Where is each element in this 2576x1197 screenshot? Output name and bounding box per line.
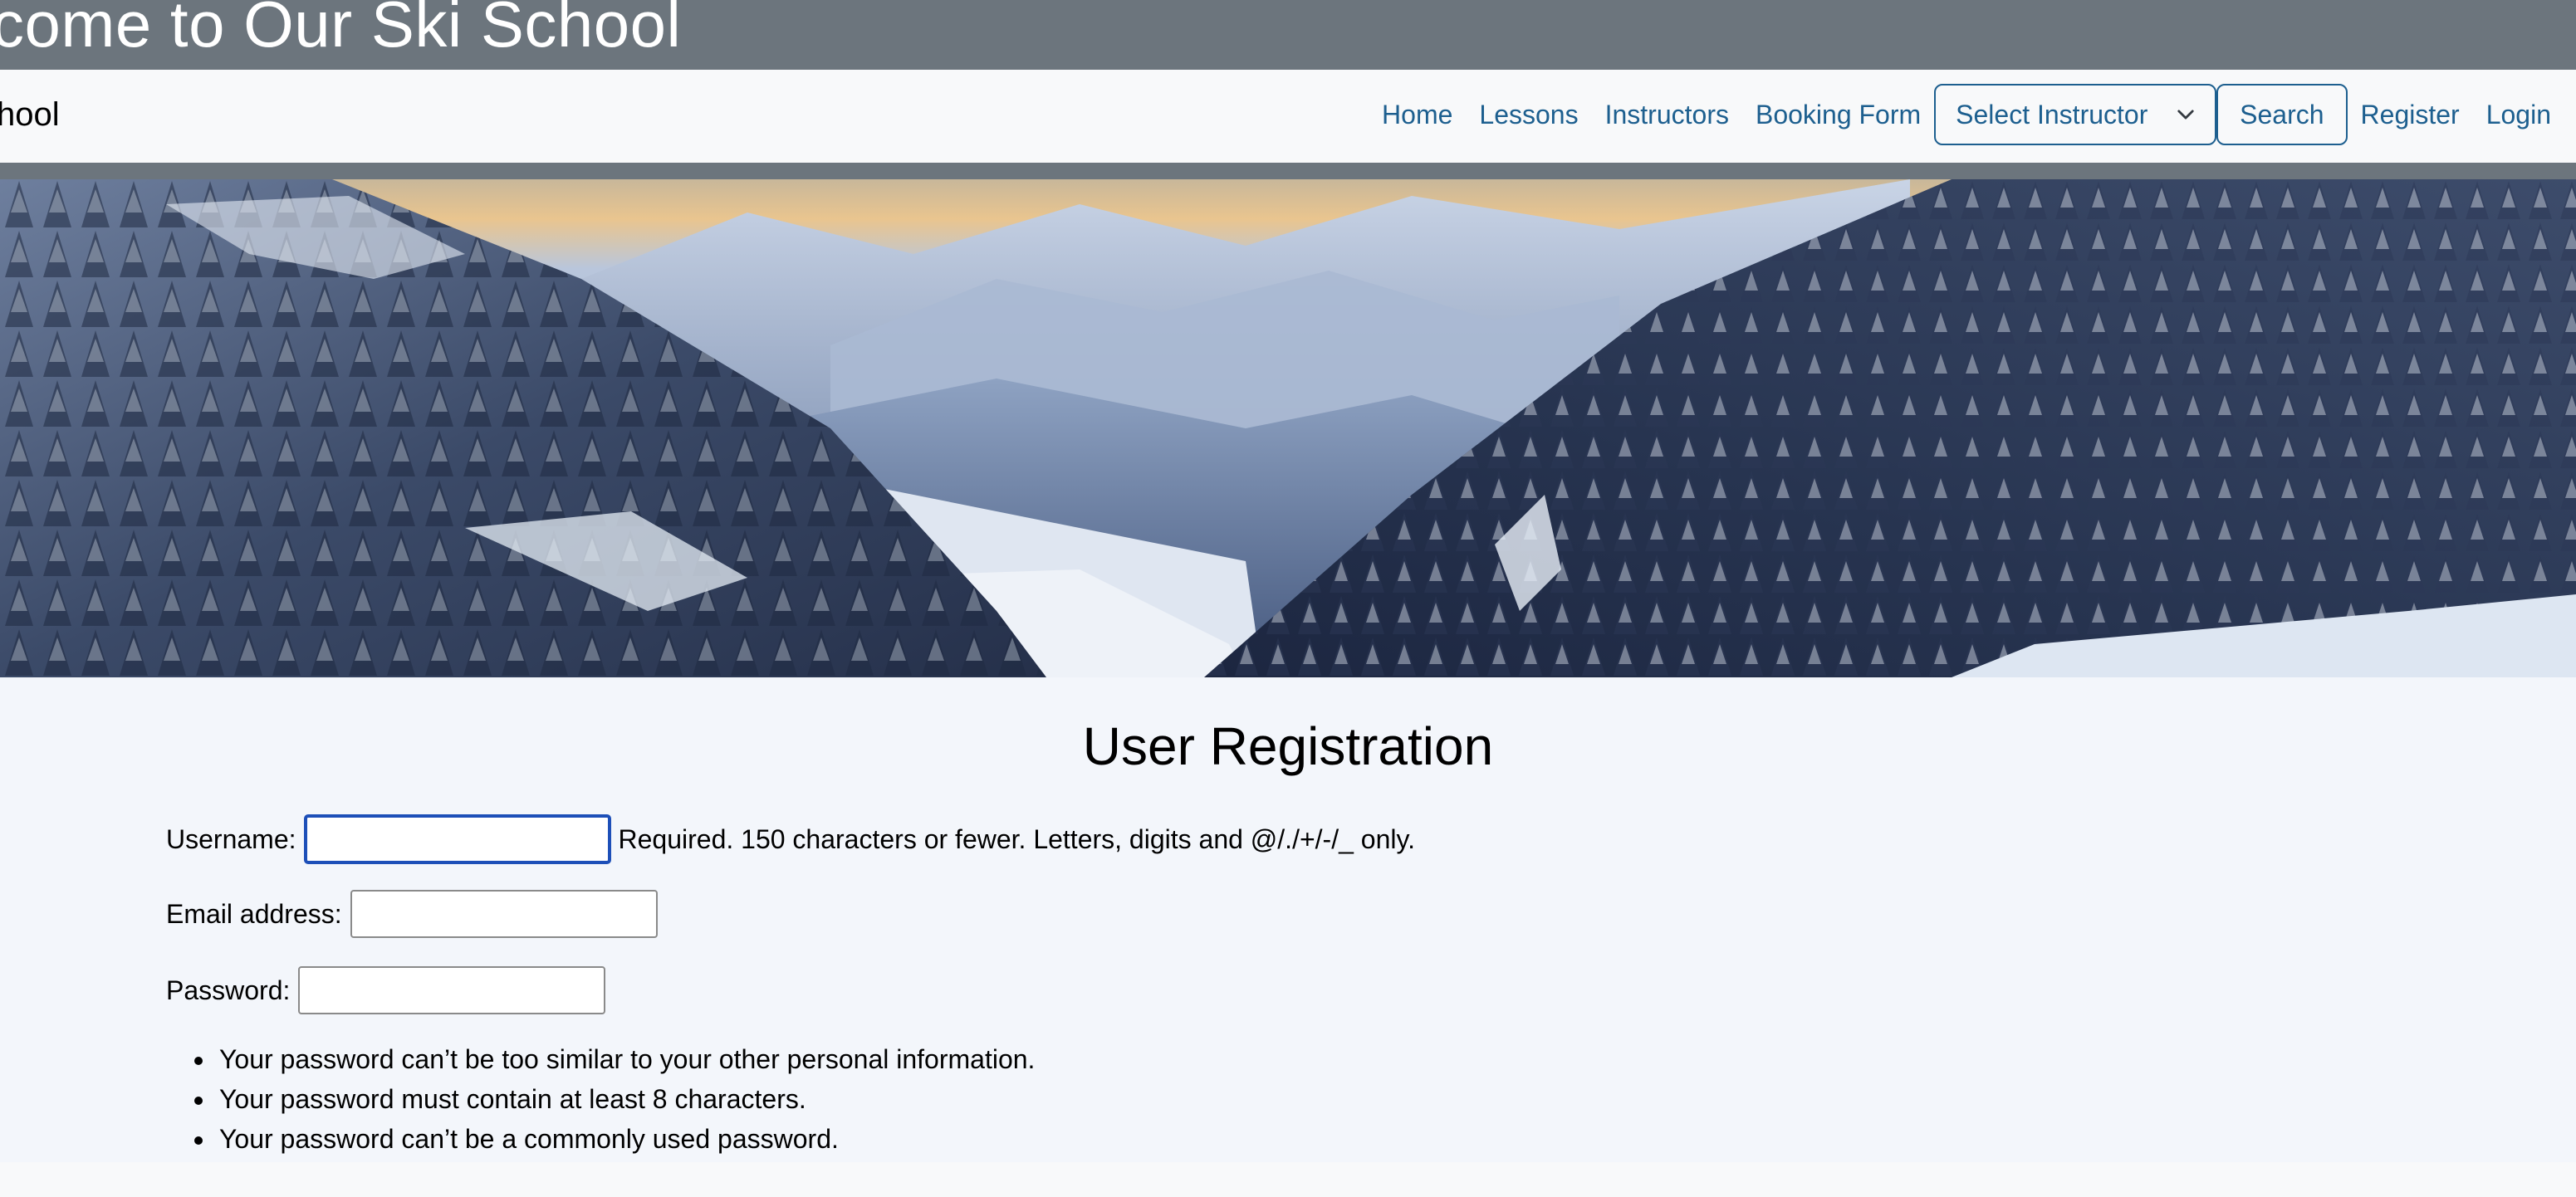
password-label: Password:	[166, 975, 291, 1005]
bottom-strip	[0, 1162, 2576, 1197]
top-banner: come to Our Ski School	[0, 0, 2576, 70]
hero-image	[0, 179, 2576, 677]
nav-link-booking-form[interactable]: Booking Form	[1742, 100, 1934, 130]
password-row: Password:	[166, 966, 614, 1014]
navbar: hool Home Lessons Instructors Booking Fo…	[0, 70, 2576, 163]
email-input[interactable]	[350, 890, 658, 938]
registration-section: User Registration Username: Required. 15…	[0, 677, 2576, 1162]
snowy-mountain-valley-image	[0, 179, 2576, 677]
password-input[interactable]	[298, 966, 606, 1014]
password-help-item: Your password can’t be a commonly used p…	[193, 1119, 1035, 1159]
navbar-brand[interactable]: hool	[0, 96, 60, 134]
username-row: Username: Required. 150 characters or fe…	[166, 815, 1415, 863]
instructor-select-label: Select Instructor	[1956, 99, 2148, 129]
username-label: Username:	[166, 823, 296, 854]
username-help-text: Required. 150 characters or fewer. Lette…	[618, 823, 1415, 854]
page-title: User Registration	[1082, 716, 1494, 776]
email-row: Email address:	[166, 890, 666, 938]
password-help-item: Your password must contain at least 8 ch…	[193, 1079, 1035, 1119]
nav-link-lessons[interactable]: Lessons	[1466, 100, 1591, 130]
chevron-down-icon	[2177, 110, 2194, 120]
email-label: Email address:	[166, 898, 342, 929]
nav-link-login[interactable]: Login	[2473, 100, 2564, 130]
nav-link-register[interactable]: Register	[2348, 100, 2473, 130]
search-button[interactable]: Search	[2216, 84, 2348, 145]
gap-bar	[0, 163, 2576, 179]
nav-link-instructors[interactable]: Instructors	[1592, 100, 1742, 130]
nav-link-home[interactable]: Home	[1369, 100, 1466, 130]
password-help-item: Your password can’t be too similar to yo…	[193, 1039, 1035, 1079]
username-input[interactable]	[304, 815, 610, 863]
banner-title: come to Our Ski School	[0, 0, 682, 61]
password-help-list: Your password can’t be too similar to yo…	[193, 1039, 1035, 1159]
instructor-select[interactable]: Select Instructor	[1934, 84, 2217, 145]
nav-links: Home Lessons Instructors Booking Form Se…	[1369, 83, 2564, 146]
